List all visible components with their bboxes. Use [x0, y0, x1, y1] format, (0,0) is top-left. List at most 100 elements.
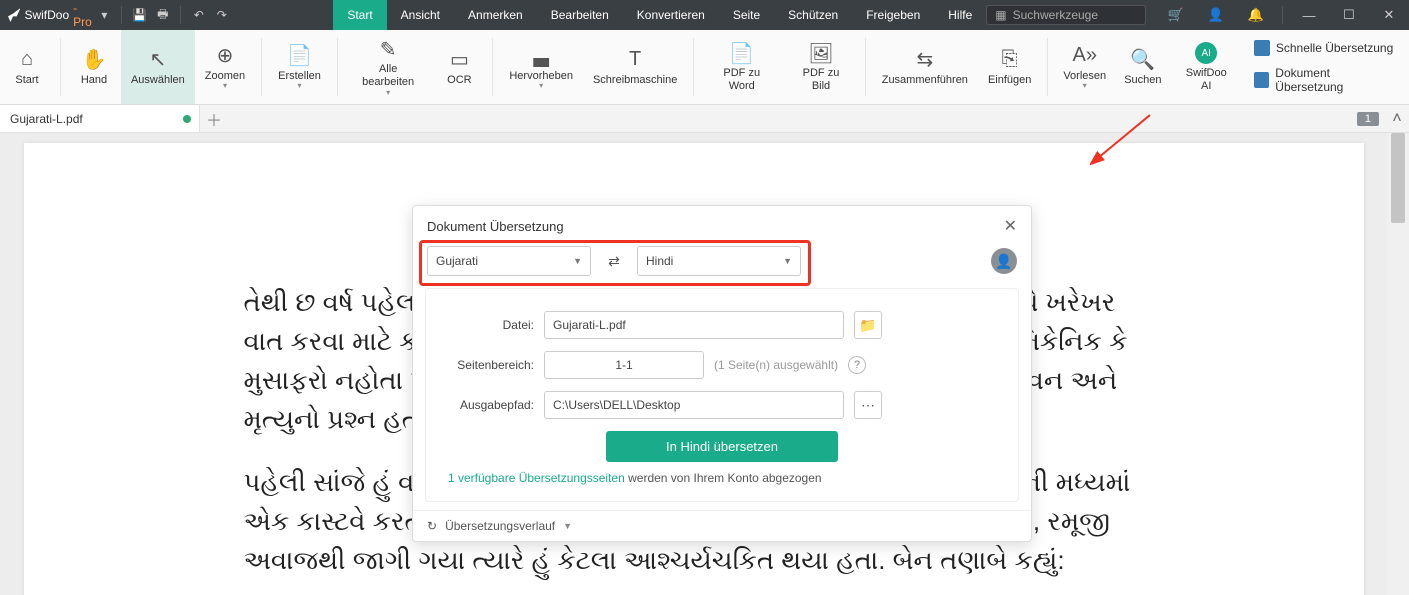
file-input[interactable]: Gujarati-L.pdf — [544, 311, 844, 339]
credits-link[interactable]: 1 verfügbare Übersetzungsseiten — [448, 471, 625, 485]
search-placeholder: Suchwerkzeuge — [1013, 8, 1098, 22]
minimize-button[interactable]: — — [1289, 0, 1329, 30]
ai-icon: AI — [1195, 41, 1217, 65]
browse-file-button[interactable]: 📁 — [854, 311, 882, 339]
typewriter-button[interactable]: TSchreibmaschine — [583, 30, 687, 104]
page-range-input[interactable]: 1-1 — [544, 351, 704, 379]
close-button[interactable]: ✕ — [1369, 0, 1409, 30]
merge-button[interactable]: ⇆Zusammenführen — [872, 30, 978, 104]
file-plus-icon: 📄 — [287, 44, 312, 68]
output-label: Ausgabepfad: — [444, 398, 534, 412]
pdf-to-image-button[interactable]: 🖼PDF zu Bild — [783, 30, 859, 104]
vertical-scrollbar[interactable] — [1387, 133, 1409, 595]
quick-translate-button[interactable]: Schnelle Übersetzung — [1254, 40, 1397, 56]
output-path-input[interactable]: C:\Users\DELL\Desktop — [544, 391, 844, 419]
pdf-to-word-button[interactable]: 📄PDF zu Word — [700, 30, 783, 104]
insert-button[interactable]: ⎘Einfügen — [978, 30, 1041, 104]
print-icon[interactable]: 🖶 — [151, 0, 174, 30]
app-suffix: -Pro — [73, 1, 93, 29]
app-title: SwifDoo -Pro ▾ — [0, 1, 115, 29]
hand-button[interactable]: ✋Hand — [67, 30, 121, 104]
page-count-badge: 1 — [1357, 112, 1379, 126]
maximize-button[interactable]: ☐ — [1329, 0, 1369, 30]
menu-hilfe[interactable]: Hilfe — [934, 0, 986, 30]
highlight-icon: ▃ — [533, 44, 548, 68]
menu-freigeben[interactable]: Freigeben — [852, 0, 934, 30]
menu-ansicht[interactable]: Ansicht — [387, 0, 454, 30]
ribbon: ⌂Start ✋Hand ↖Auswählen ⊕Zoomen▾ 📄Erstel… — [0, 30, 1409, 105]
menu-anmerken[interactable]: Anmerken — [454, 0, 537, 30]
tab-bar: Gujarati-L.pdf ＋ 1 ˄ — [0, 105, 1409, 133]
zoom-icon: ⊕ — [217, 44, 234, 68]
more-options-button[interactable]: ⋯ — [854, 391, 882, 419]
menu-schutzen[interactable]: Schützen — [774, 0, 852, 30]
scrollbar-thumb[interactable] — [1391, 133, 1405, 223]
collapse-ribbon-icon[interactable]: ˄ — [1385, 110, 1409, 128]
zoom-button[interactable]: ⊕Zoomen▾ — [195, 30, 255, 104]
translate-shortcuts: Schnelle Übersetzung Dokument Übersetzun… — [1242, 30, 1409, 104]
dialog-title: Dokument Übersetzung — [427, 219, 564, 234]
dialog-footer: ↻ Übersetzungsverlauf ▼ — [413, 510, 1031, 541]
menu-start[interactable]: Start — [333, 0, 386, 30]
image-icon: 🖼 — [808, 41, 833, 65]
quick-translate-icon — [1254, 40, 1270, 56]
app-dropdown-caret[interactable]: ▾ — [101, 8, 107, 22]
document-tab[interactable]: Gujarati-L.pdf — [0, 105, 200, 132]
word-icon: 📄 — [729, 41, 754, 65]
merge-icon: ⇆ — [916, 48, 933, 72]
target-language-select[interactable]: Hindi▼ — [637, 246, 801, 276]
home-button[interactable]: ⌂Start — [0, 30, 54, 104]
edit-all-button[interactable]: ✎Alle bearbeiten▾ — [344, 30, 433, 104]
edit-icon: ✎ — [380, 37, 397, 61]
ai-button[interactable]: AISwifDoo AI — [1171, 30, 1242, 104]
menu-bar: Start Ansicht Anmerken Bearbeiten Konver… — [333, 0, 986, 30]
file-label: Datei: — [444, 318, 534, 332]
speaker-icon: A» — [1072, 44, 1096, 68]
save-icon[interactable]: 💾 — [128, 0, 151, 30]
help-icon[interactable]: ? — [848, 356, 866, 374]
modified-dot-icon — [183, 115, 191, 123]
new-tab-button[interactable]: ＋ — [200, 107, 228, 131]
menu-bearbeiten[interactable]: Bearbeiten — [537, 0, 623, 30]
history-link[interactable]: Übersetzungsverlauf — [445, 519, 555, 533]
chevron-down-icon: ▼ — [573, 256, 582, 266]
range-hint: (1 Seite(n) ausgewählt) — [714, 358, 838, 372]
user-icon[interactable]: 👤 — [1196, 0, 1236, 30]
menu-konvertieren[interactable]: Konvertieren — [623, 0, 719, 30]
grid-icon: ▦ — [995, 8, 1006, 22]
titlebar: SwifDoo -Pro ▾ 💾 🖶 ↶ ↷ Start Ansicht Anme… — [0, 0, 1409, 30]
search-button[interactable]: 🔍Suchen — [1115, 30, 1171, 104]
chevron-down-icon[interactable]: ▼ — [563, 521, 572, 531]
tab-filename: Gujarati-L.pdf — [10, 112, 83, 126]
insert-icon: ⎘ — [1002, 48, 1018, 72]
cursor-icon: ↖ — [150, 48, 167, 72]
search-tools[interactable]: ▦ Suchwerkzeuge — [986, 5, 1146, 25]
swap-languages-button[interactable]: ⇄ — [601, 253, 627, 270]
ocr-icon: ▭ — [450, 48, 469, 72]
highlight-button[interactable]: ▃Hervorheben▾ — [499, 30, 583, 104]
redo-icon[interactable]: ↷ — [210, 0, 233, 30]
credits-text: 1 verfügbare Übersetzungsseiten werden v… — [444, 470, 1000, 487]
menu-seite[interactable]: Seite — [719, 0, 774, 30]
read-aloud-button[interactable]: A»Vorlesen▾ — [1054, 30, 1115, 104]
document-translate-button[interactable]: Dokument Übersetzung — [1254, 66, 1397, 94]
app-logo-icon — [8, 8, 20, 22]
home-icon: ⌂ — [21, 48, 33, 72]
chevron-down-icon: ▼ — [783, 256, 792, 266]
app-name: SwifDoo — [24, 8, 69, 22]
range-label: Seitenbereich: — [444, 358, 534, 372]
history-icon: ↻ — [427, 519, 437, 533]
create-button[interactable]: 📄Erstellen▾ — [268, 30, 331, 104]
user-avatar-icon[interactable]: 👤 — [991, 248, 1017, 274]
translate-dialog: Dokument Übersetzung ✕ Gujarati▼ ⇄ Hindi… — [412, 205, 1032, 542]
dialog-close-button[interactable]: ✕ — [1004, 216, 1017, 236]
bell-icon[interactable]: 🔔 — [1236, 0, 1276, 30]
search-icon: 🔍 — [1130, 48, 1155, 72]
select-button[interactable]: ↖Auswählen — [121, 30, 195, 104]
ocr-button[interactable]: ▭OCR — [432, 30, 486, 104]
source-language-select[interactable]: Gujarati▼ — [427, 246, 591, 276]
undo-icon[interactable]: ↶ — [187, 0, 210, 30]
cart-icon[interactable]: 🛒 — [1156, 0, 1196, 30]
translate-button[interactable]: In Hindi übersetzen — [606, 431, 838, 462]
doc-translate-icon — [1254, 72, 1269, 88]
